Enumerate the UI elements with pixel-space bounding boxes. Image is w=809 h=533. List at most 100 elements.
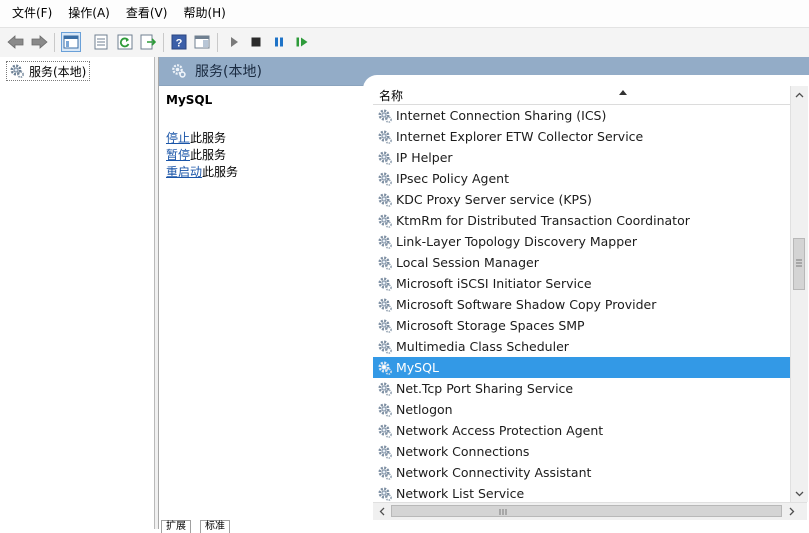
refresh-button[interactable] <box>115 32 135 52</box>
show-hide-action-pane-icon <box>194 35 210 49</box>
export-list-button[interactable] <box>138 32 158 52</box>
service-gear-icon <box>378 172 392 186</box>
stop-service-button[interactable] <box>246 32 266 52</box>
service-row[interactable]: Link-Layer Topology Discovery Mapper <box>373 231 791 252</box>
selected-service-name: MySQL <box>166 93 213 107</box>
service-row[interactable]: Multimedia Class Scheduler <box>373 336 791 357</box>
scroll-up-button[interactable] <box>791 86 808 103</box>
toolbar: ? <box>0 27 809 58</box>
column-header-label: 名称 <box>379 88 404 103</box>
service-name: Internet Explorer ETW Collector Service <box>396 129 644 144</box>
service-name: Network Connections <box>396 444 530 459</box>
help-button[interactable]: ? <box>169 32 189 52</box>
service-gear-icon <box>378 298 392 312</box>
service-name: Network List Service <box>396 486 525 501</box>
grip-icon <box>499 509 507 515</box>
service-name: Internet Connection Sharing (ICS) <box>396 108 607 123</box>
menu-action[interactable]: 操作(A) <box>60 0 118 27</box>
service-row[interactable]: Network Connectivity Assistant <box>373 462 791 483</box>
service-name: Netlogon <box>396 402 453 417</box>
action-restart-row: 重启动此服务 <box>166 163 238 180</box>
show-hide-tree-icon <box>63 35 79 49</box>
tab-extended[interactable]: 扩展 <box>161 520 191 533</box>
service-row[interactable]: Netlogon <box>373 399 791 420</box>
stop-service-icon <box>251 37 261 47</box>
panel-title: 服务(本地) <box>195 64 262 80</box>
start-service-button[interactable] <box>224 32 244 52</box>
tree-item-services-local[interactable]: 服务(本地) <box>6 61 91 81</box>
service-gear-icon <box>378 109 392 123</box>
service-row[interactable]: Microsoft iSCSI Initiator Service <box>373 273 791 294</box>
service-row[interactable]: Internet Explorer ETW Collector Service <box>373 126 791 147</box>
show-hide-action-pane-button[interactable] <box>192 32 212 52</box>
pause-service-icon <box>275 37 283 47</box>
service-gear-icon <box>378 193 392 207</box>
scroll-left-button[interactable] <box>373 503 390 520</box>
service-gear-icon <box>378 151 392 165</box>
service-name: Link-Layer Topology Discovery Mapper <box>396 234 637 249</box>
service-gear-icon <box>378 403 392 417</box>
view-tabs: 扩展 标准 <box>158 516 358 533</box>
menu-file[interactable]: 文件(F) <box>0 0 60 27</box>
service-name: Microsoft Software Shadow Copy Provider <box>396 297 657 312</box>
scroll-down-button[interactable] <box>791 485 808 502</box>
service-name: Network Connectivity Assistant <box>396 465 592 480</box>
chevron-up-icon <box>795 92 804 97</box>
service-gear-icon <box>378 424 392 438</box>
service-row[interactable]: Microsoft Software Shadow Copy Provider <box>373 294 791 315</box>
service-name: Multimedia Class Scheduler <box>396 339 569 354</box>
scroll-right-button[interactable] <box>783 503 800 520</box>
service-row[interactable]: Net.Tcp Port Sharing Service <box>373 378 791 399</box>
service-gear-icon <box>378 277 392 291</box>
svg-text:?: ? <box>176 38 183 50</box>
vertical-scroll-thumb[interactable] <box>793 238 805 290</box>
service-row[interactable]: IP Helper <box>373 147 791 168</box>
sort-ascending-icon <box>619 90 627 95</box>
action-suffix: 此服务 <box>190 148 227 162</box>
pause-service-link[interactable]: 暂停 <box>166 148 190 162</box>
stop-service-link[interactable]: 停止 <box>166 131 190 145</box>
service-row[interactable]: Internet Connection Sharing (ICS) <box>373 105 791 126</box>
column-header-name[interactable]: 名称 <box>373 86 793 105</box>
console-tree: 服务(本地) <box>0 57 155 529</box>
forward-button[interactable] <box>29 32 49 52</box>
help-icon: ? <box>171 34 187 50</box>
services-gear-icon <box>10 64 24 78</box>
service-row[interactable]: KDC Proxy Server service (KPS) <box>373 189 791 210</box>
horizontal-scroll-thumb[interactable] <box>391 505 782 517</box>
grip-icon <box>796 259 802 267</box>
service-row-selected[interactable]: MySQL <box>373 357 791 378</box>
service-row[interactable]: KtmRm for Distributed Transaction Coordi… <box>373 210 791 231</box>
service-gear-icon <box>378 361 392 375</box>
tab-standard[interactable]: 标准 <box>200 520 230 533</box>
service-gear-icon <box>378 214 392 228</box>
show-hide-tree-button[interactable] <box>61 32 81 52</box>
forward-icon <box>31 35 48 49</box>
service-gear-icon <box>378 466 392 480</box>
service-name: Microsoft iSCSI Initiator Service <box>396 276 592 291</box>
properties-button[interactable] <box>91 32 111 52</box>
restart-service-link[interactable]: 重启动 <box>166 165 202 179</box>
service-row[interactable]: Microsoft Storage Spaces SMP <box>373 315 791 336</box>
service-row[interactable]: Network Access Protection Agent <box>373 420 791 441</box>
service-row[interactable]: IPsec Policy Agent <box>373 168 791 189</box>
menu-view[interactable]: 查看(V) <box>118 0 176 27</box>
service-row[interactable]: Local Session Manager <box>373 252 791 273</box>
services-rows: Internet Connection Sharing (ICS) Intern… <box>373 105 791 502</box>
service-row[interactable]: Network List Service <box>373 483 791 502</box>
vertical-scrollbar[interactable] <box>790 86 808 502</box>
action-suffix: 此服务 <box>202 165 239 179</box>
restart-service-button[interactable] <box>292 32 312 52</box>
horizontal-scrollbar[interactable] <box>373 502 807 520</box>
pause-service-button[interactable] <box>269 32 289 52</box>
toolbar-separator <box>54 33 55 52</box>
services-list: 名称 Internet Connection Sharing (ICS) Int… <box>363 75 809 529</box>
action-pause-row: 暂停此服务 <box>166 146 226 163</box>
back-button[interactable] <box>6 32 26 52</box>
service-row[interactable]: Network Connections <box>373 441 791 462</box>
toolbar-separator <box>163 33 164 52</box>
start-service-icon <box>231 37 238 47</box>
tree-item-label: 服务(本地) <box>29 64 87 79</box>
menu-help[interactable]: 帮助(H) <box>175 0 233 27</box>
menu-bar: 文件(F) 操作(A) 查看(V) 帮助(H) <box>0 0 809 27</box>
